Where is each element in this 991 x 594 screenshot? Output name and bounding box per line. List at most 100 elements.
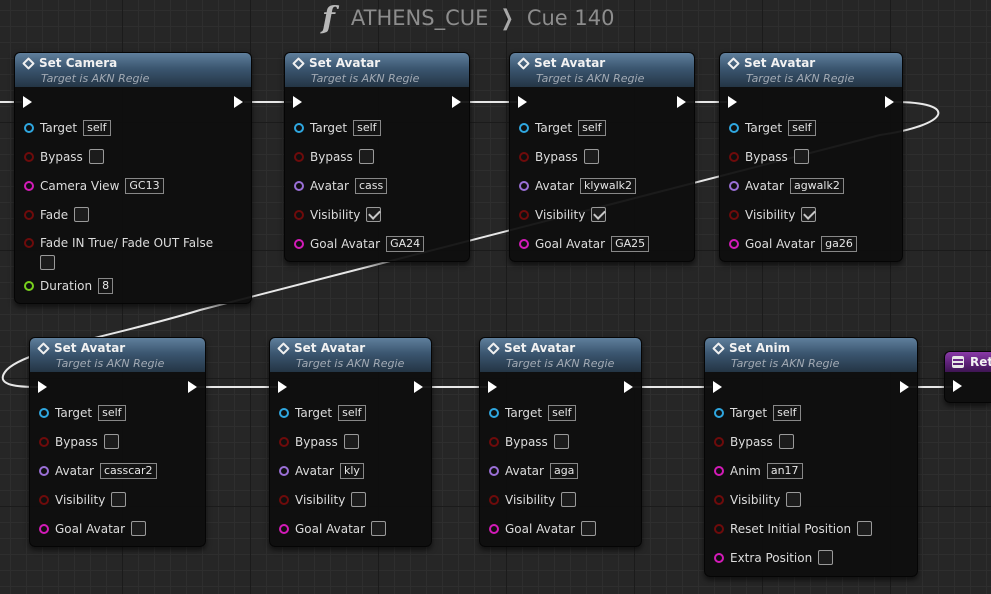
bool-pin-icon[interactable] [729, 209, 739, 220]
goal-avatar-input[interactable] [371, 521, 387, 536]
bool-pin-icon[interactable] [714, 494, 724, 505]
node-header[interactable]: Set Avatar Target is AKN Regie [285, 53, 469, 87]
target-pin-icon[interactable] [39, 407, 49, 418]
exec-out-pin-icon[interactable] [414, 381, 423, 393]
string-pin-icon[interactable] [489, 523, 499, 534]
avatar-input[interactable]: agwalk2 [789, 177, 844, 194]
node-header[interactable]: Set Avatar Target is AKN Regie [720, 53, 902, 87]
string-pin-icon[interactable] [519, 238, 529, 249]
bypass-checkbox[interactable] [358, 149, 374, 164]
bool-pin-icon[interactable] [24, 209, 34, 220]
node-set-avatar-5[interactable]: Set Avatar Target is AKN Regie Target se… [269, 337, 432, 547]
fade-in-checkbox[interactable] [40, 255, 55, 270]
string-pin-icon[interactable] [294, 238, 304, 249]
bool-pin-icon[interactable] [489, 436, 499, 447]
target-input[interactable]: self [773, 404, 801, 421]
goal-avatar-input[interactable]: GA24 [386, 235, 425, 252]
node-header[interactable]: Set Camera Target is AKN Regie [15, 53, 251, 87]
target-input[interactable]: self [578, 119, 606, 136]
node-header[interactable]: Set Anim Target is AKN Regie [705, 338, 917, 372]
target-pin-icon[interactable] [519, 122, 529, 133]
string-pin-icon[interactable] [729, 238, 739, 249]
bypass-checkbox[interactable] [778, 434, 794, 449]
exec-in-pin-icon[interactable] [488, 381, 497, 393]
node-header[interactable]: Set Avatar Target is AKN Regie [30, 338, 205, 372]
node-return[interactable]: Ret [944, 351, 991, 403]
object-pin-icon[interactable] [729, 180, 739, 191]
node-set-camera[interactable]: Set Camera Target is AKN Regie Target se… [14, 52, 252, 304]
visibility-checkbox[interactable] [801, 207, 817, 222]
bypass-checkbox[interactable] [103, 434, 119, 449]
anim-input[interactable]: an17 [766, 462, 803, 479]
bypass-checkbox[interactable] [793, 149, 809, 164]
avatar-input[interactable]: kly [339, 462, 364, 479]
target-input[interactable]: self [548, 404, 576, 421]
exec-in-pin-icon[interactable] [38, 381, 47, 393]
reset-initial-position-checkbox[interactable] [857, 521, 873, 536]
bool-pin-icon[interactable] [294, 151, 304, 162]
node-header[interactable]: Set Avatar Target is AKN Regie [480, 338, 641, 372]
bool-pin-icon[interactable] [519, 151, 529, 162]
target-input[interactable]: self [83, 119, 111, 136]
string-pin-icon[interactable] [24, 180, 34, 191]
bypass-checkbox[interactable] [88, 149, 104, 164]
bool-pin-icon[interactable] [39, 494, 49, 505]
goal-avatar-input[interactable] [131, 521, 147, 536]
bool-pin-icon[interactable] [294, 209, 304, 220]
avatar-input[interactable]: cass [354, 177, 388, 194]
bool-pin-icon[interactable] [279, 494, 289, 505]
node-set-anim[interactable]: Set Anim Target is AKN Regie Target self… [704, 337, 918, 577]
exec-in-pin-icon[interactable] [953, 380, 962, 392]
target-input[interactable]: self [788, 119, 816, 136]
avatar-input[interactable]: casscar2 [99, 462, 157, 479]
node-set-avatar-4[interactable]: Set Avatar Target is AKN Regie Target se… [29, 337, 206, 547]
exec-out-pin-icon[interactable] [624, 381, 633, 393]
bypass-checkbox[interactable] [343, 434, 359, 449]
exec-out-pin-icon[interactable] [188, 381, 197, 393]
avatar-input[interactable]: aga [549, 462, 579, 479]
object-pin-icon[interactable] [489, 465, 499, 476]
visibility-checkbox[interactable] [351, 492, 367, 507]
target-input[interactable]: self [98, 404, 126, 421]
visibility-checkbox[interactable] [591, 207, 607, 222]
bool-pin-icon[interactable] [714, 523, 724, 534]
visibility-checkbox[interactable] [786, 492, 802, 507]
target-pin-icon[interactable] [24, 122, 34, 133]
exec-in-pin-icon[interactable] [728, 96, 737, 108]
node-set-avatar-3[interactable]: Set Avatar Target is AKN Regie Target se… [719, 52, 903, 262]
string-pin-icon[interactable] [714, 552, 724, 563]
breadcrumb-graph[interactable]: ATHENS_CUE [351, 6, 488, 30]
node-header[interactable]: Ret [945, 352, 991, 372]
camera-view-input[interactable]: GC13 [125, 177, 164, 194]
exec-in-pin-icon[interactable] [278, 381, 287, 393]
node-header[interactable]: Set Avatar Target is AKN Regie [510, 53, 694, 87]
target-pin-icon[interactable] [294, 122, 304, 133]
target-pin-icon[interactable] [279, 407, 289, 418]
fade-checkbox[interactable] [74, 207, 90, 222]
goal-avatar-input[interactable]: GA25 [611, 235, 650, 252]
node-set-avatar-1[interactable]: Set Avatar Target is AKN Regie Target se… [284, 52, 470, 262]
object-pin-icon[interactable] [519, 180, 529, 191]
exec-out-pin-icon[interactable] [885, 96, 894, 108]
exec-out-pin-icon[interactable] [900, 381, 909, 393]
target-pin-icon[interactable] [729, 122, 739, 133]
node-set-avatar-2[interactable]: Set Avatar Target is AKN Regie Target se… [509, 52, 695, 262]
extra-position-checkbox[interactable] [818, 550, 834, 565]
string-pin-icon[interactable] [714, 465, 724, 476]
visibility-checkbox[interactable] [111, 492, 127, 507]
exec-out-pin-icon[interactable] [234, 96, 243, 108]
target-input[interactable]: self [353, 119, 381, 136]
visibility-checkbox[interactable] [366, 207, 382, 222]
float-pin-icon[interactable] [24, 280, 34, 291]
visibility-checkbox[interactable] [561, 492, 577, 507]
target-input[interactable]: self [338, 404, 366, 421]
bypass-checkbox[interactable] [553, 434, 569, 449]
exec-in-pin-icon[interactable] [293, 96, 302, 108]
goal-avatar-input[interactable] [581, 521, 597, 536]
goal-avatar-input[interactable]: ga26 [821, 235, 857, 252]
breadcrumb-function[interactable]: Cue 140 [527, 6, 615, 30]
bool-pin-icon[interactable] [279, 436, 289, 447]
object-pin-icon[interactable] [294, 180, 304, 191]
object-pin-icon[interactable] [279, 465, 289, 476]
target-pin-icon[interactable] [714, 407, 724, 418]
